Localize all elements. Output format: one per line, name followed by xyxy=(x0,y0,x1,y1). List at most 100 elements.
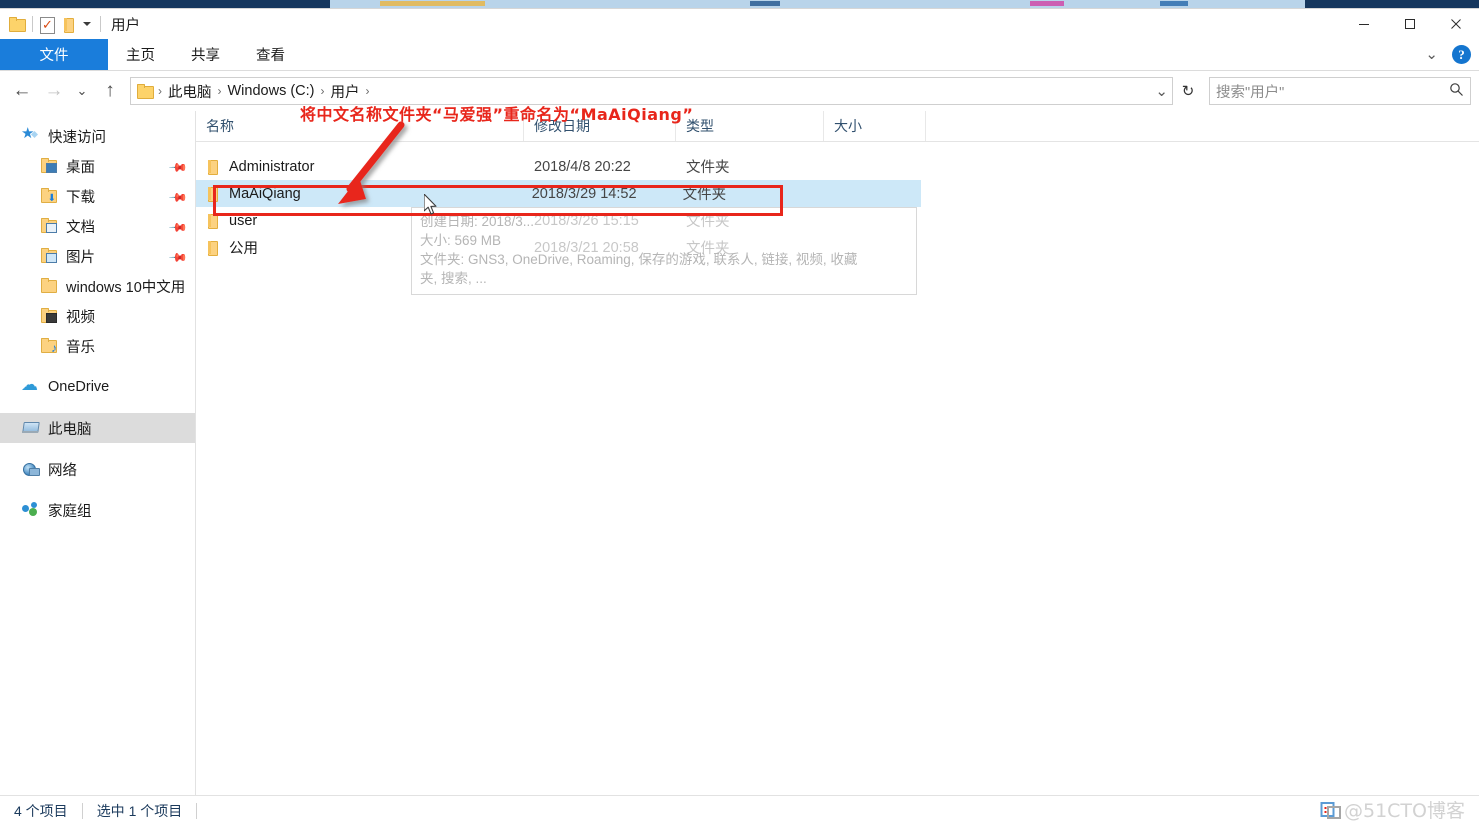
refresh-button[interactable]: ↻ xyxy=(1173,78,1203,104)
close-button[interactable] xyxy=(1433,9,1479,39)
watermark: @51CTO博客 xyxy=(1320,796,1465,823)
row-type-cell: 文件夹 xyxy=(686,241,730,257)
sidebar-item-downloads[interactable]: ⬇ 下载 📌 xyxy=(0,181,195,211)
sidebar-item-documents[interactable]: 文档 📌 xyxy=(0,211,195,241)
network-icon xyxy=(22,461,40,477)
sidebar-item-network[interactable]: 网络 xyxy=(0,454,195,484)
maximize-button[interactable] xyxy=(1387,9,1433,39)
breadcrumb: › 此电脑 › Windows (C:) › 用户 › xyxy=(157,81,371,102)
pin-icon-desktop[interactable]: 📌 xyxy=(168,158,188,178)
pictures-folder-icon xyxy=(40,248,57,264)
cloud-icon xyxy=(21,375,39,395)
address-bar-row: ← → ⌄ ↑ › 此电脑 › Windows (C:) › 用户 › ⌄ ↻ … xyxy=(0,71,1479,111)
sidebar-label-this-pc: 此电脑 xyxy=(48,421,92,438)
breadcrumb-this-pc[interactable]: 此电脑 xyxy=(163,81,217,102)
documents-folder-icon xyxy=(40,218,57,234)
sidebar-label-music: 音乐 xyxy=(66,339,95,356)
status-item-count: 4 个项目 xyxy=(14,803,68,819)
ribbon-tab-bar: 文件 主页 共享 查看 ⌄ ? xyxy=(0,39,1479,71)
watermark-text: @51CTO博客 xyxy=(1343,800,1465,822)
up-button[interactable]: ↑ xyxy=(94,75,126,107)
folder-icon xyxy=(207,240,218,256)
pin-icon-documents[interactable]: 📌 xyxy=(168,218,188,238)
row-type-cell: 文件夹 xyxy=(686,160,730,176)
breadcrumb-users[interactable]: 用户 xyxy=(326,81,365,102)
sidebar-item-homegroup[interactable]: 家庭组 xyxy=(0,495,195,525)
sidebar-label-homegroup: 家庭组 xyxy=(48,503,92,520)
this-pc-icon xyxy=(22,420,39,436)
pin-icon-downloads[interactable]: 📌 xyxy=(168,188,188,208)
background-window-strip-light xyxy=(330,0,1305,8)
star-pin-icon xyxy=(21,124,39,144)
sidebar-label-quick-access: 快速访问 xyxy=(48,129,106,146)
forward-button[interactable]: → xyxy=(38,75,70,107)
quick-access-toolbar: ✓ 用户 xyxy=(0,9,140,39)
column-header-type[interactable]: 类型 xyxy=(676,111,824,141)
sidebar-item-pictures[interactable]: 图片 📌 xyxy=(0,241,195,271)
address-folder-icon xyxy=(137,84,154,99)
tooltip-folders-line2: 夹, 搜索, ... xyxy=(420,271,487,286)
status-selection-count: 选中 1 个项目 xyxy=(96,803,183,819)
search-input[interactable]: 搜索"用户" xyxy=(1216,81,1449,102)
row-date-cell: 2018/4/8 20:22 xyxy=(534,158,631,175)
music-folder-icon: ♪ xyxy=(40,338,57,354)
downloads-folder-icon: ⬇ xyxy=(40,188,57,204)
window-controls xyxy=(1341,9,1479,39)
desktop-folder-icon xyxy=(40,158,57,174)
toolbar-divider xyxy=(32,16,33,32)
status-divider-2 xyxy=(196,803,198,819)
customize-dropdown-icon[interactable] xyxy=(83,22,91,26)
window-title: 用户 xyxy=(111,17,140,34)
row-name-cell: 公用 xyxy=(196,237,524,258)
row-name-public: 公用 xyxy=(229,241,258,257)
properties-icon[interactable]: ✓ xyxy=(40,16,55,34)
folder-icon xyxy=(40,278,57,294)
sidebar-label-windows10cn: windows 10中文用 xyxy=(66,279,186,296)
sidebar-item-this-pc[interactable]: 此电脑 xyxy=(0,413,195,443)
breadcrumb-windows-c[interactable]: Windows (C:) xyxy=(223,83,320,99)
sidebar-item-windows10cn[interactable]: windows 10中文用 xyxy=(0,271,195,301)
back-button[interactable]: ← xyxy=(6,75,38,107)
pin-icon-pictures[interactable]: 📌 xyxy=(168,248,188,268)
tab-view[interactable]: 查看 xyxy=(238,39,303,70)
ribbon-right-controls: ⌄ ? xyxy=(1425,39,1471,70)
breadcrumb-sep-3[interactable]: › xyxy=(365,84,371,98)
row-date-cell: 2018/3/21 20:58 xyxy=(534,239,639,256)
sidebar-label-desktop: 桌面 xyxy=(66,159,95,176)
sidebar-item-quick-access[interactable]: 快速访问 xyxy=(0,121,195,151)
toolbar-divider-2 xyxy=(100,16,101,32)
mouse-cursor-icon xyxy=(424,194,437,215)
file-explorer-window: ✓ 用户 文件 主页 共享 查看 ⌄ ? ← → ⌄ ↑ › 此电脑 › Win… xyxy=(0,8,1479,826)
chevron-down-icon[interactable]: ⌄ xyxy=(1425,47,1438,62)
homegroup-icon xyxy=(22,502,39,518)
folder-icon[interactable] xyxy=(9,17,26,32)
help-icon[interactable]: ? xyxy=(1452,45,1471,64)
annotation-arrow-icon xyxy=(338,121,405,204)
minimize-button[interactable] xyxy=(1341,9,1387,39)
search-box[interactable]: 搜索"用户" xyxy=(1209,77,1471,105)
tab-file[interactable]: 文件 xyxy=(0,39,108,70)
search-icon[interactable] xyxy=(1449,82,1464,100)
address-dropdown-icon[interactable]: ⌄ xyxy=(1155,84,1168,99)
videos-folder-icon xyxy=(40,308,57,324)
table-row[interactable]: 公用 2018/3/21 20:58 文件夹 xyxy=(196,234,1479,261)
sidebar-label-network: 网络 xyxy=(48,462,77,479)
folder-icon xyxy=(207,159,218,175)
new-folder-icon[interactable] xyxy=(63,17,74,33)
status-bar: 4 个项目 选中 1 个项目 xyxy=(0,795,1479,826)
tab-home[interactable]: 主页 xyxy=(108,39,173,70)
sidebar-item-music[interactable]: ♪ 音乐 xyxy=(0,331,195,361)
sidebar-label-onedrive: OneDrive xyxy=(48,379,110,395)
watermark-logo-icon xyxy=(1320,801,1341,819)
recent-locations-icon[interactable]: ⌄ xyxy=(70,75,94,107)
sidebar-label-documents: 文档 xyxy=(66,219,95,236)
column-header-size[interactable]: 大小 xyxy=(824,111,926,141)
sidebar-label-downloads: 下载 xyxy=(66,189,95,206)
sidebar-item-desktop[interactable]: 桌面 📌 xyxy=(0,151,195,181)
sidebar-item-videos[interactable]: 视频 xyxy=(0,301,195,331)
sidebar-label-videos: 视频 xyxy=(66,309,95,326)
tab-share[interactable]: 共享 xyxy=(173,39,238,70)
navigation-pane: 快速访问 桌面 📌 ⬇ 下载 📌 文档 📌 图片 📌 xyxy=(0,111,196,806)
sidebar-item-onedrive[interactable]: OneDrive xyxy=(0,372,195,402)
sidebar-label-pictures: 图片 xyxy=(66,249,95,266)
